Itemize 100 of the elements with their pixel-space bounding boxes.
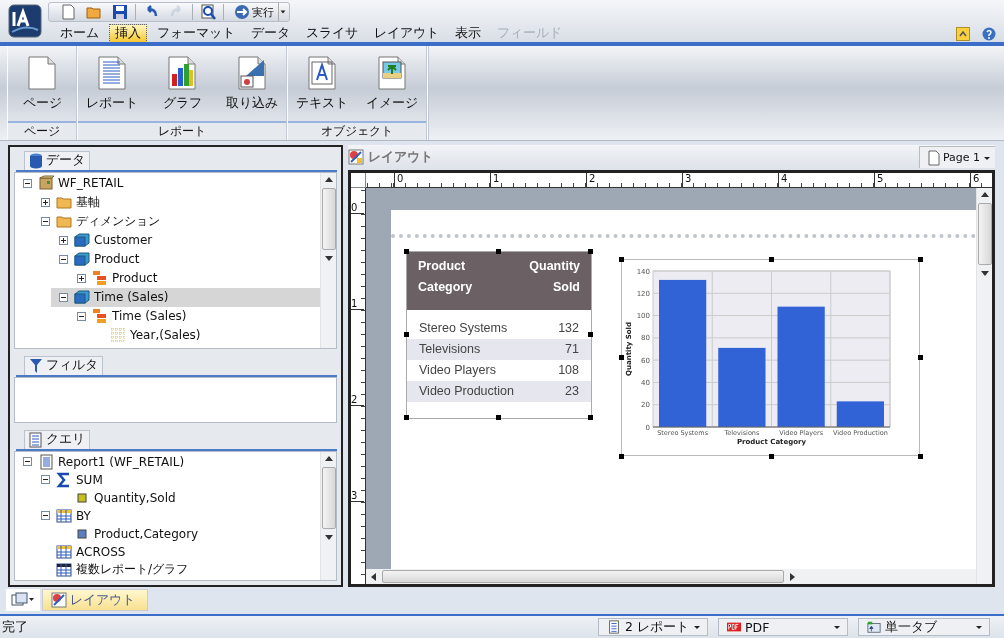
import-icon	[238, 56, 266, 90]
panel-tab[interactable]: データ	[24, 150, 90, 170]
selection-handle[interactable]	[404, 331, 409, 337]
view-menu-button[interactable]	[6, 589, 40, 612]
selection-handle[interactable]	[918, 355, 923, 361]
selection-handle[interactable]	[768, 256, 774, 262]
expand-icon[interactable]	[77, 273, 86, 283]
scroll-down-icon[interactable]	[324, 534, 333, 540]
panel-title: クエリ	[46, 431, 85, 449]
collapse-icon[interactable]	[59, 254, 68, 264]
collapse-ribbon-icon[interactable]	[956, 26, 970, 41]
run-button[interactable]: 実行	[234, 4, 274, 20]
document-tab[interactable]: レイアウト	[42, 589, 148, 612]
table-cell: 132	[558, 321, 579, 336]
collapse-icon[interactable]	[41, 216, 50, 226]
selection-handle[interactable]	[588, 414, 593, 420]
ruler-label: 6	[970, 172, 980, 187]
selection-handle[interactable]	[918, 453, 923, 459]
ribbon-button[interactable]: 取り込み	[224, 46, 280, 121]
tree-item[interactable]: BY	[33, 506, 320, 525]
menu-tab[interactable]: データ	[245, 24, 296, 43]
bar[interactable]	[659, 279, 707, 427]
tree-item[interactable]: 基軸	[33, 192, 320, 212]
vertical-scrollbar[interactable]	[320, 451, 336, 580]
scroll-down-icon[interactable]	[980, 270, 989, 276]
scroll-thumb[interactable]	[382, 570, 784, 584]
tree-item[interactable]: Product	[51, 249, 320, 269]
page-dropdown[interactable]: Page 1	[918, 146, 995, 169]
menu-tab[interactable]: フォーマット	[151, 24, 241, 43]
layout-icon	[348, 149, 364, 166]
ribbon-button[interactable]: ページ	[14, 46, 70, 121]
tree-item[interactable]: ACROSS	[33, 542, 320, 561]
vertical-scrollbar[interactable]	[320, 172, 336, 348]
scroll-down-icon[interactable]	[324, 255, 333, 261]
tab-mode-dropdown[interactable]: 単一タブ	[858, 618, 990, 636]
panel-tab[interactable]: クエリ	[24, 429, 90, 449]
collapse-icon[interactable]	[41, 475, 50, 485]
tree-item[interactable]: 複数レポート/グラフ	[33, 560, 320, 579]
menu-tab[interactable]: レイアウト	[368, 24, 445, 43]
tree-item[interactable]: Report1 (WF_RETAIL)	[15, 452, 320, 471]
selection-handle[interactable]	[588, 331, 593, 337]
ribbon-button[interactable]: レポート	[84, 46, 140, 121]
selection-handle[interactable]	[496, 414, 501, 420]
filter-area[interactable]	[14, 376, 337, 423]
expand-icon[interactable]	[59, 235, 68, 245]
scroll-thumb[interactable]	[321, 466, 336, 529]
collapse-icon[interactable]	[59, 292, 68, 302]
table-icon	[56, 507, 72, 524]
collapse-icon[interactable]	[41, 511, 50, 521]
collapse-icon[interactable]	[23, 178, 32, 188]
app-logo[interactable]	[8, 4, 42, 38]
selection-handle[interactable]	[619, 355, 624, 361]
selection-handle[interactable]	[768, 453, 774, 459]
ribbon-button[interactable]: グラフ	[154, 46, 210, 121]
ribbon-button[interactable]: イメージ	[364, 46, 420, 121]
expand-icon[interactable]	[41, 197, 50, 207]
tree-item[interactable]: Customer	[51, 230, 320, 250]
tree-item[interactable]: Time (Sales)	[69, 306, 320, 326]
menu-tab[interactable]: スライサ	[300, 24, 364, 43]
tree-item[interactable]: SUM	[33, 470, 320, 489]
selection-handle[interactable]	[918, 256, 923, 262]
tree-item[interactable]: Quantity,Sold	[51, 488, 320, 507]
document-icon	[98, 56, 126, 90]
horizontal-scrollbar[interactable]	[366, 569, 976, 585]
collapse-icon[interactable]	[23, 457, 32, 467]
ribbon-button[interactable]: テキスト	[294, 46, 350, 121]
format-dropdown[interactable]: PDF	[718, 618, 848, 636]
folder-icon	[867, 620, 881, 634]
collapse-icon[interactable]	[77, 311, 86, 321]
selection-handle[interactable]	[404, 248, 409, 254]
ruler-label: 0	[394, 172, 404, 187]
help-icon[interactable]	[982, 26, 996, 41]
tree-item[interactable]: Year,(Sales)	[87, 325, 320, 345]
tree-item[interactable]: Time (Sales)	[51, 287, 320, 307]
caret-icon[interactable]	[278, 3, 287, 21]
menu-tab[interactable]: ホーム	[54, 24, 105, 43]
tree-item[interactable]: Product,Category	[51, 524, 320, 543]
tree-item[interactable]: WF_RETAIL	[15, 173, 320, 193]
scroll-thumb[interactable]	[977, 202, 992, 265]
scroll-up-icon[interactable]	[980, 191, 989, 197]
selection-handle[interactable]	[619, 453, 624, 459]
scroll-thumb[interactable]	[321, 187, 336, 250]
scroll-up-icon[interactable]	[324, 176, 333, 182]
report-table[interactable]: Product Category Quantity Sold Stereo Systems 132 Televisions 71 Video Players 108 Video Production 23	[406, 250, 592, 419]
vertical-scrollbar[interactable]	[976, 187, 992, 585]
scroll-right-icon[interactable]	[790, 572, 795, 581]
measure-icon	[77, 492, 87, 503]
tree-item[interactable]: ディメンション	[33, 211, 320, 231]
page-icon	[28, 56, 56, 90]
tree-item[interactable]: Product	[69, 268, 320, 288]
selection-handle[interactable]	[496, 248, 501, 254]
selection-handle[interactable]	[404, 414, 409, 420]
scroll-left-icon[interactable]	[371, 572, 376, 581]
selection-handle[interactable]	[588, 248, 593, 254]
menu-tab[interactable]: 表示	[449, 24, 487, 43]
document-icon	[29, 431, 43, 448]
scroll-up-icon[interactable]	[324, 455, 333, 461]
panel-tab[interactable]: フィルタ	[24, 355, 103, 375]
reports-dropdown[interactable]: 2 レポート	[598, 618, 708, 636]
selection-handle[interactable]	[619, 256, 624, 262]
